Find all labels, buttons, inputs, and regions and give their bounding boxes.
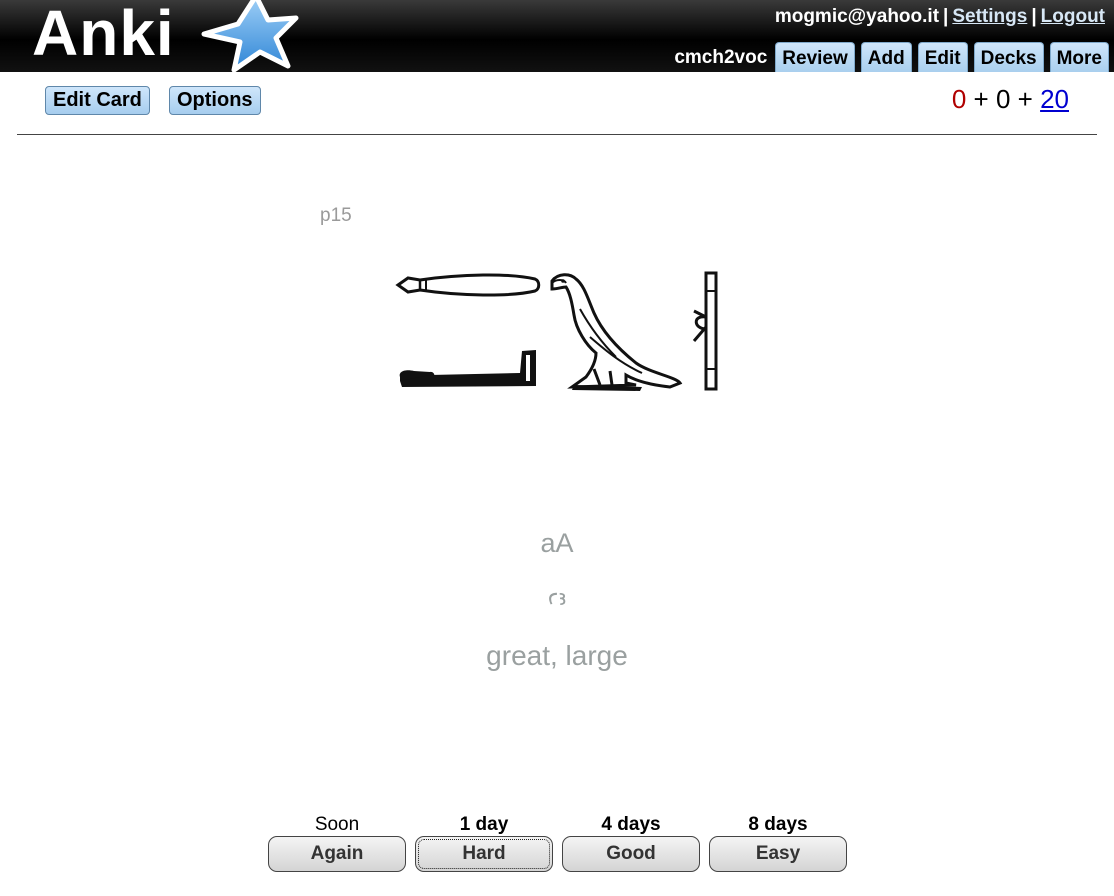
deck-name: cmch2voc (674, 47, 768, 68)
answer-good: 4 days Good (562, 814, 700, 872)
plus-sign: + (1017, 84, 1033, 114)
plus-sign: + (973, 84, 989, 114)
failed-count: 0 (951, 84, 967, 114)
again-button[interactable]: Again (268, 836, 406, 872)
user-email: mogmic@yahoo.it (774, 6, 940, 27)
new-count[interactable]: 20 (1040, 84, 1069, 114)
page-reference: p15 (320, 205, 352, 226)
good-button[interactable]: Good (562, 836, 700, 872)
review-count: 0 (995, 84, 1011, 114)
settings-link[interactable]: Settings (952, 6, 1027, 27)
hard-button[interactable]: Hard (415, 836, 553, 872)
tab-add[interactable]: Add (860, 42, 912, 72)
tab-decks[interactable]: Decks (973, 42, 1044, 72)
due-interval: 4 days (601, 814, 661, 835)
answer-easy: 8 days Easy (709, 814, 847, 872)
tab-more[interactable]: More (1049, 42, 1109, 72)
tab-edit[interactable]: Edit (917, 42, 968, 72)
due-interval: 1 day (459, 814, 509, 835)
hieroglyph-image (395, 271, 718, 391)
answer-hard: 1 day Hard (415, 814, 553, 872)
due-interval: Soon (314, 814, 360, 835)
transliteration: aA (540, 528, 574, 558)
star-icon (201, 0, 299, 72)
user-line: mogmic@yahoo.it | Settings | Logout (775, 6, 1105, 28)
due-interval: 8 days (748, 814, 808, 835)
logo-text: Anki (32, 0, 175, 69)
separator: | (1031, 6, 1037, 27)
due-counts: 0 + 0 + 20 (952, 84, 1069, 115)
answer-again: Soon Again (268, 814, 406, 872)
anki-logo[interactable]: Anki (14, 0, 299, 72)
tab-review[interactable]: Review (775, 42, 855, 72)
meaning: great, large (486, 640, 628, 671)
logout-link[interactable]: Logout (1041, 6, 1105, 27)
nav-tabs: cmch2voc Review Add Edit Decks More (674, 42, 1109, 72)
separator: | (943, 6, 949, 27)
egyptological-glyph: ꜥꜣ (547, 585, 567, 610)
options-button[interactable]: Options (169, 86, 261, 115)
app-header: Anki mogmic@yahoo.it | Settings | Logout cmc… (0, 0, 1114, 72)
edit-card-button[interactable]: Edit Card (45, 86, 150, 115)
easy-button[interactable]: Easy (709, 836, 847, 872)
divider (17, 134, 1097, 135)
